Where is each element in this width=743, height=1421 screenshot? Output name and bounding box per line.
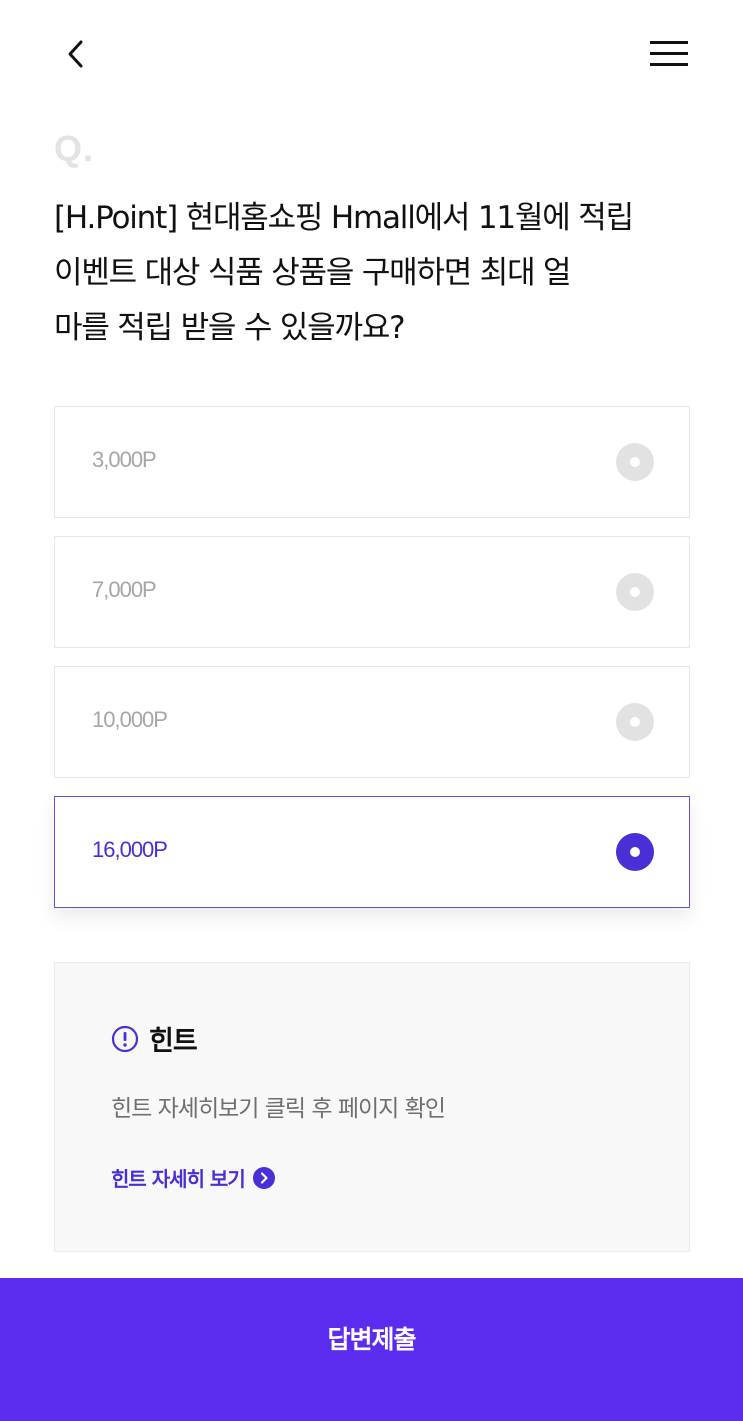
hint-detail-link[interactable]: 힌트 자세히 보기 <box>111 1163 275 1192</box>
question-line: 이벤트 대상 식품 상품을 구매하면 최대 얼 <box>54 255 572 291</box>
hint-title: 힌트 <box>149 1026 198 1057</box>
answer-option-label: 3,000P <box>92 447 157 472</box>
radio-button[interactable] <box>616 443 654 481</box>
answer-option-label: 16,000P <box>92 837 168 862</box>
answer-option-label: 7,000P <box>92 577 157 602</box>
submit-answer-button[interactable]: 답변제출 <box>0 1278 743 1421</box>
header <box>0 0 743 110</box>
radio-button[interactable] <box>616 703 654 741</box>
hint-description: 힌트 자세히보기 클릭 후 페이지 확인 <box>111 1096 446 1122</box>
answer-option-label: 10,000P <box>92 707 168 732</box>
hamburger-menu-icon <box>650 41 688 66</box>
radio-button[interactable] <box>616 573 654 611</box>
question-line: [H.Point] 현대홈쇼핑 Hmall에서 11월에 적립 <box>54 200 634 236</box>
chevron-left-icon <box>68 40 83 68</box>
hint-link-label: 힌트 자세히 보기 <box>111 1167 246 1191</box>
submit-button-label: 답변제출 <box>327 1324 416 1354</box>
radio-button-selected[interactable] <box>616 833 654 871</box>
hint-box: 힌트 힌트 자세히보기 클릭 후 페이지 확인 힌트 자세히 보기 <box>54 962 690 1252</box>
exclamation-circle-icon <box>111 1025 139 1052</box>
question-mark-label: Q. <box>54 128 95 169</box>
question-text: [H.Point] 현대홈쇼핑 Hmall에서 11월에 적립 이벤트 대상 식… <box>54 191 694 356</box>
hint-title-row: 힌트 <box>111 1019 198 1058</box>
answer-option-4[interactable]: 16,000P <box>54 796 690 908</box>
back-button[interactable] <box>52 30 100 78</box>
answer-option-3[interactable]: 10,000P <box>54 666 690 778</box>
answer-option-1[interactable]: 3,000P <box>54 406 690 518</box>
answer-option-2[interactable]: 7,000P <box>54 536 690 648</box>
question-line: 마를 적립 받을 수 있을까요? <box>54 310 406 346</box>
menu-button[interactable] <box>644 30 694 78</box>
chevron-right-circle-icon <box>252 1166 275 1189</box>
